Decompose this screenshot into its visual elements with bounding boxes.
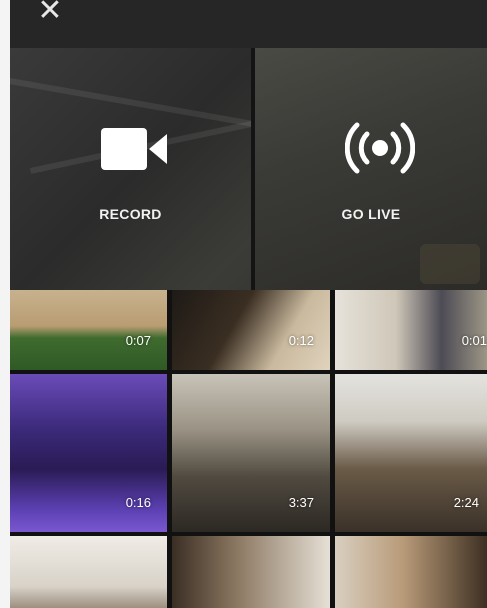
video-thumbnail[interactable]: 0:12 bbox=[172, 290, 330, 370]
video-thumbnail[interactable] bbox=[335, 536, 487, 608]
video-duration: 2:24 bbox=[453, 495, 479, 510]
video-thumbnail[interactable]: 0:07 bbox=[10, 290, 167, 370]
video-thumbnail[interactable]: 2:24 bbox=[335, 374, 487, 532]
record-label: RECORD bbox=[99, 206, 162, 222]
video-thumbnail[interactable] bbox=[172, 536, 330, 608]
close-button[interactable]: ✕ bbox=[36, 0, 64, 28]
video-duration: 0:16 bbox=[125, 495, 151, 510]
video-thumbnail[interactable] bbox=[10, 536, 167, 608]
capture-options: RECORD GO LIVE bbox=[10, 48, 487, 290]
record-button[interactable]: RECORD bbox=[10, 48, 251, 290]
video-thumbnail[interactable]: 0:16 bbox=[10, 374, 167, 532]
upload-screen: ✕ RECORD GO LIVE 0:07 0:12 0:01 0:16 3:3… bbox=[10, 0, 487, 608]
video-thumbnail[interactable]: 0:01 bbox=[335, 290, 487, 370]
broadcast-icon bbox=[345, 122, 415, 174]
video-grid: 0:07 0:12 0:01 0:16 3:37 2:24 bbox=[10, 290, 487, 608]
video-camera-icon bbox=[101, 128, 167, 170]
video-duration: 0:12 bbox=[288, 333, 314, 348]
top-bar: ✕ bbox=[10, 0, 487, 48]
go-live-label: GO LIVE bbox=[341, 206, 401, 222]
video-duration: 0:07 bbox=[125, 333, 151, 348]
video-duration: 0:01 bbox=[461, 333, 487, 348]
video-duration: 3:37 bbox=[288, 495, 314, 510]
go-live-button[interactable]: GO LIVE bbox=[255, 48, 487, 290]
video-thumbnail[interactable]: 3:37 bbox=[172, 374, 330, 532]
